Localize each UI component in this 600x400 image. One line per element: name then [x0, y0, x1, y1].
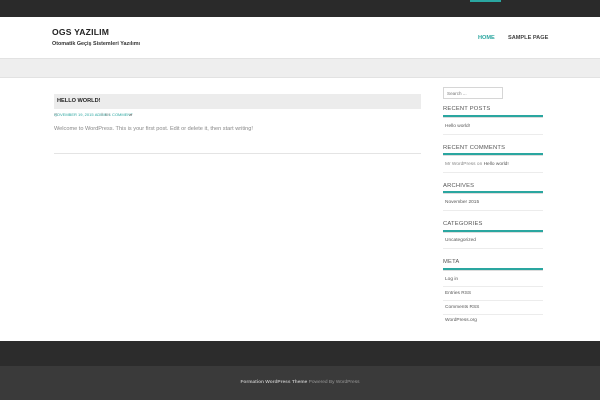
post-content: Welcome to WordPress. This is your first…: [54, 126, 253, 132]
post-by-label: BY: [105, 112, 111, 117]
widget-separator: [443, 134, 543, 135]
calendar-icon: ◷: [54, 112, 58, 117]
widget-title-meta: META: [443, 259, 460, 265]
widget-separator: [443, 286, 543, 287]
post-date[interactable]: NOVEMBER 19, 2015: [54, 112, 94, 117]
meta-comments-rss-link[interactable]: Comments RSS: [445, 305, 479, 310]
user-icon: ♙: [100, 112, 104, 117]
widget-title-recent-comments: RECENT COMMENTS: [443, 145, 506, 151]
meta-entries-rss-link[interactable]: Entries RSS: [445, 291, 471, 296]
nav-sample-page[interactable]: SAMPLE PAGE: [508, 35, 548, 41]
widget-separator: [443, 172, 543, 173]
footer-theme-link[interactable]: Formation WordPress Theme: [240, 380, 307, 385]
widget-underline-shadow: [443, 193, 543, 194]
top-bar: [0, 0, 600, 17]
widget-title-archives: ARCHIVES: [443, 183, 475, 189]
comment-post-link[interactable]: Hello world!: [484, 162, 509, 167]
archive-link[interactable]: November 2015: [445, 200, 479, 205]
footer-credit: Formation WordPress Theme Powered By Wor…: [0, 380, 600, 385]
category-link[interactable]: Uncategorized: [445, 238, 476, 243]
meta-login-link[interactable]: Log in: [445, 277, 458, 282]
search-input[interactable]: [443, 87, 503, 99]
post-meta: ◷ NOVEMBER 19, 2015 ♙ BY ADMIN ▰ 1 COMME…: [54, 112, 133, 120]
footer-top-band: [0, 341, 600, 366]
site-title[interactable]: OGS YAZILIM: [52, 27, 109, 37]
post-divider: [54, 153, 421, 154]
recent-post-link[interactable]: Hello world!: [445, 124, 470, 129]
widget-title-categories: CATEGORIES: [443, 221, 483, 227]
meta-wordpress-org-link[interactable]: WordPress.org: [445, 318, 477, 323]
post-title[interactable]: HELLO WORLD!: [57, 98, 101, 104]
widget-separator: [443, 300, 543, 301]
widget-separator: [443, 210, 543, 211]
recent-comment-item: Mr WordPress on Hello world!: [445, 162, 509, 167]
post-title-box: HELLO WORLD!: [54, 94, 421, 109]
page-banner: [0, 58, 600, 78]
site-description: Otomatik Geçiş Sistemleri Yazılımı: [52, 41, 140, 47]
widget-underline-shadow: [443, 270, 543, 271]
comment-icon: ▰: [129, 112, 133, 117]
footer-powered-by: Powered By WordPress: [308, 380, 360, 385]
nav-active-indicator: [470, 0, 501, 2]
comment-on-label: on: [476, 162, 483, 167]
widget-underline-shadow: [443, 155, 543, 156]
comment-author-link[interactable]: Mr WordPress: [445, 162, 476, 167]
widget-separator: [443, 248, 543, 249]
widget-title-recent-posts: RECENT POSTS: [443, 106, 491, 112]
site-footer: Formation WordPress Theme Powered By Wor…: [0, 366, 600, 400]
widget-underline-shadow: [443, 117, 543, 118]
widget-underline-shadow: [443, 232, 543, 233]
nav-home[interactable]: HOME: [478, 35, 495, 41]
widget-separator: [443, 314, 543, 315]
